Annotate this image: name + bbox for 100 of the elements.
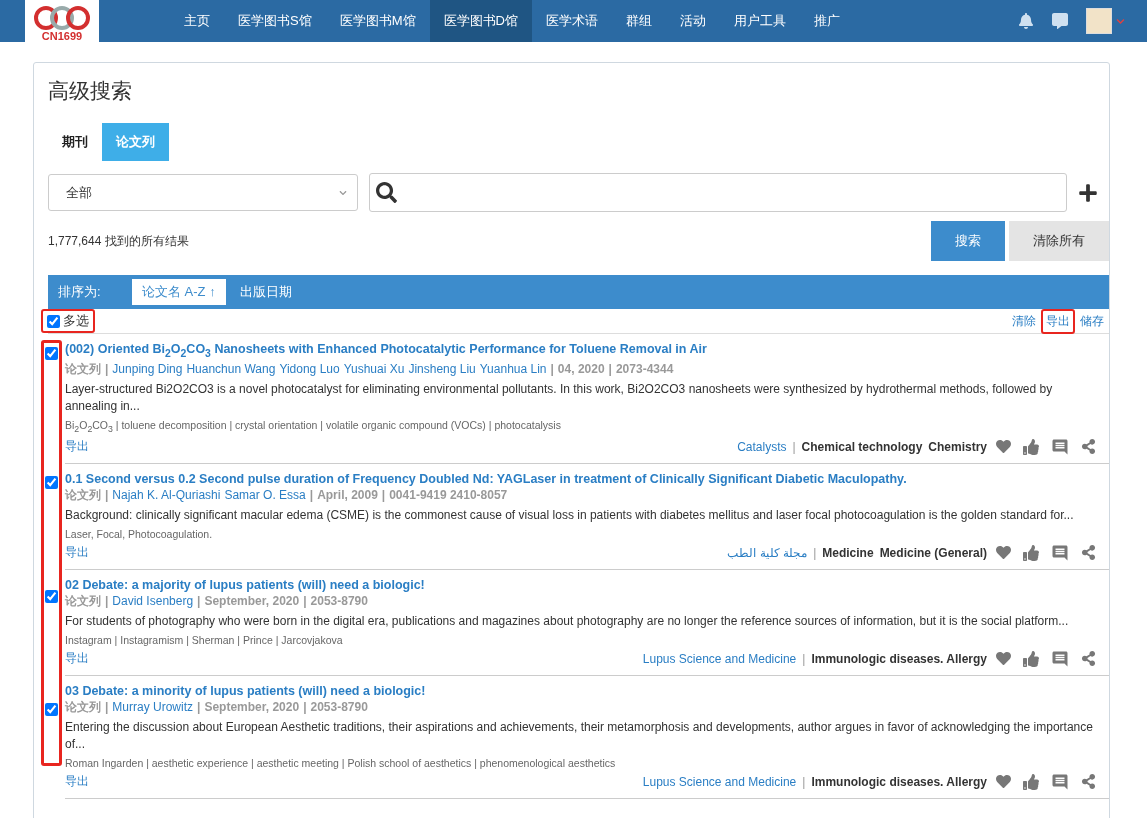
separator: |: [105, 592, 109, 609]
article-type: 论文列: [65, 486, 101, 503]
abstract-text: Background: clinically significant macular edema (CSME) is the commonest cause of visual loss in patients with diabetes mellitus and laser focal photocoagulation is the golden standard for...: [65, 506, 1075, 524]
publish-date: April, 2009: [317, 486, 378, 503]
issn-text: 0041-9419 2410-8057: [389, 486, 508, 503]
bell-icon[interactable]: [1018, 13, 1034, 29]
separator: |: [608, 360, 612, 377]
keywords-text: Roman Ingarden | aesthetic experience | aesthetic meeting | Polish school of aesthetics | phenomenological aesthetics: [65, 756, 617, 769]
separator: |: [381, 486, 386, 503]
separator: |: [197, 592, 201, 609]
abstract-text: Layer-structured Bi2O2CO3 is a novel photocatalyst for eliminating environmental pollutants. In this work, Bi2O2CO3 nanosheets were synthesized by hydrothermal methods, followed by annealing in...: [65, 380, 1054, 415]
journal-link[interactable]: Lupus Science and Medicine: [642, 774, 797, 789]
clear-all-button[interactable]: 清除所有: [1009, 221, 1109, 261]
separator: |: [802, 774, 806, 789]
article-title[interactable]: 03 Debate: a minority of lupus patients (will) need a biologic!: [65, 683, 1109, 699]
export-link[interactable]: 导出: [65, 650, 89, 668]
page-title: 高级搜索: [48, 78, 133, 104]
author-link[interactable]: Jinsheng Liu: [408, 360, 476, 377]
separator: |: [309, 486, 314, 503]
article-title[interactable]: 0.1 Second versus 0.2 Second pulse duration of Frequency Doubled Nd: YAGLaser in treatment of Clinically Significant Diabetic Maculopathy.: [65, 471, 1109, 487]
journal-link[interactable]: Lupus Science and Medicine: [642, 651, 797, 666]
author-link[interactable]: David Isenberg: [112, 592, 194, 609]
nav-item[interactable]: 群组: [611, 0, 666, 42]
separator: |: [105, 698, 109, 715]
subject-label: Medicine (General): [879, 545, 987, 560]
thumbs-up-icon[interactable]: [1020, 544, 1042, 561]
heart-icon[interactable]: [993, 651, 1014, 667]
author-link[interactable]: Murray Urowitz: [112, 698, 194, 715]
journal-link[interactable]: Catalysts: [737, 439, 787, 454]
author-link[interactable]: Yidong Luo: [279, 360, 340, 377]
author-link[interactable]: Samar O. Essa: [224, 486, 306, 503]
tab[interactable]: 论文列: [102, 123, 169, 161]
author-link[interactable]: Najah K. Al-Quriashi: [112, 486, 221, 503]
journal-link[interactable]: مجلة كلية الطب: [727, 545, 808, 560]
result-checkbox[interactable]: [45, 702, 58, 716]
caret-icon: [339, 188, 347, 197]
author-link[interactable]: Junping Ding: [112, 360, 183, 377]
multi-select-label: 多选: [63, 312, 89, 330]
export-link[interactable]: 导出: [65, 544, 89, 562]
sort-label: 排序为:: [58, 283, 102, 301]
separator: |: [303, 698, 307, 715]
separator: |: [792, 439, 796, 454]
result-checkbox[interactable]: [45, 476, 58, 490]
abstract-text: For students of photography who were born in the digital era, publications and magazines about photography are no longer the reference sources of information, but it is the social platform...: [65, 612, 1070, 630]
search-icon: [376, 182, 397, 203]
publish-date: September, 2020: [204, 698, 300, 715]
article-title[interactable]: (002) Oriented Bi$_{2}$O$_{2}$CO$_{3}$ Nanosheets with Enhanced Photocatalytic Performance for Toluene Removal in Air: [65, 342, 1109, 361]
sort-option[interactable]: 论文名 A-Z ↑: [132, 279, 226, 305]
thumbs-up-icon[interactable]: [1020, 650, 1042, 667]
nav-item[interactable]: 医学术语: [531, 0, 612, 42]
heart-icon[interactable]: [993, 545, 1014, 561]
issn-text: 2053-8790: [310, 698, 368, 715]
nav-item[interactable]: 主页: [170, 0, 224, 42]
separator: |: [802, 651, 806, 666]
action-link[interactable]: 储存: [1075, 308, 1109, 334]
result-checkbox[interactable]: [45, 347, 58, 360]
chat-icon[interactable]: [1052, 13, 1068, 29]
subject-label: Chemical technology: [801, 439, 923, 454]
nav-item[interactable]: 医学图书M馆: [325, 0, 430, 42]
rings-logo-icon: [32, 6, 92, 30]
separator: |: [550, 360, 554, 377]
publish-date: September, 2020: [204, 592, 300, 609]
scope-select[interactable]: 全部: [48, 174, 358, 211]
export-link[interactable]: 导出: [65, 773, 89, 791]
article-type: 论文列: [65, 360, 101, 377]
separator: |: [105, 360, 109, 377]
nav-item[interactable]: 推广: [799, 0, 854, 42]
article-type: 论文列: [65, 592, 101, 609]
nav-item[interactable]: 用户工具: [719, 0, 800, 42]
keywords-text: Instagram | Instagramism | Sherman | Prince | Jarcovjakova: [65, 633, 344, 646]
plus-icon[interactable]: [1078, 182, 1098, 203]
nav-item[interactable]: 活动: [665, 0, 720, 42]
export-link[interactable]: 导出: [65, 438, 89, 456]
heart-icon[interactable]: [993, 774, 1014, 790]
search-button[interactable]: 搜索: [931, 221, 1005, 261]
separator: |: [303, 592, 307, 609]
search-field[interactable]: [369, 173, 1067, 212]
multi-select-checkbox[interactable]: [47, 314, 60, 328]
thumbs-up-icon[interactable]: [1020, 773, 1042, 790]
article-type: 论文列: [65, 698, 101, 715]
author-link[interactable]: Yushuai Xu: [343, 360, 405, 377]
result-checkbox[interactable]: [45, 589, 58, 603]
action-link[interactable]: 导出: [1041, 308, 1075, 334]
tab[interactable]: 期刊: [48, 123, 102, 161]
subject-label: Immunologic diseases. Allergy: [811, 651, 987, 666]
sort-option[interactable]: 出版日期: [229, 279, 302, 305]
action-link[interactable]: 清除: [1007, 308, 1041, 334]
separator: |: [813, 545, 817, 560]
nav-item[interactable]: 医学图书D馆: [429, 0, 532, 42]
nav-item[interactable]: 医学图书S馆: [224, 0, 326, 42]
article-title[interactable]: 02 Debate: a majority of lupus patients (will) need a biologic!: [65, 577, 1109, 593]
author-link[interactable]: Huanchun Wang: [186, 360, 276, 377]
heart-icon[interactable]: [993, 439, 1014, 455]
site-logo[interactable]: CN1699: [25, 0, 99, 42]
abstract-text: Entering the discussion about European Aesthetic traditions, their aspirations and achievements, their metamorphosis and developments, author argues in favor of acknowledging the importance of...: [65, 718, 1094, 753]
subject-label: Medicine: [822, 545, 874, 560]
logo-text: CN1699: [41, 30, 83, 42]
thumbs-up-icon[interactable]: [1020, 438, 1042, 455]
author-link[interactable]: Yuanhua Lin: [479, 360, 547, 377]
issn-text: 2073-4344: [615, 360, 674, 377]
